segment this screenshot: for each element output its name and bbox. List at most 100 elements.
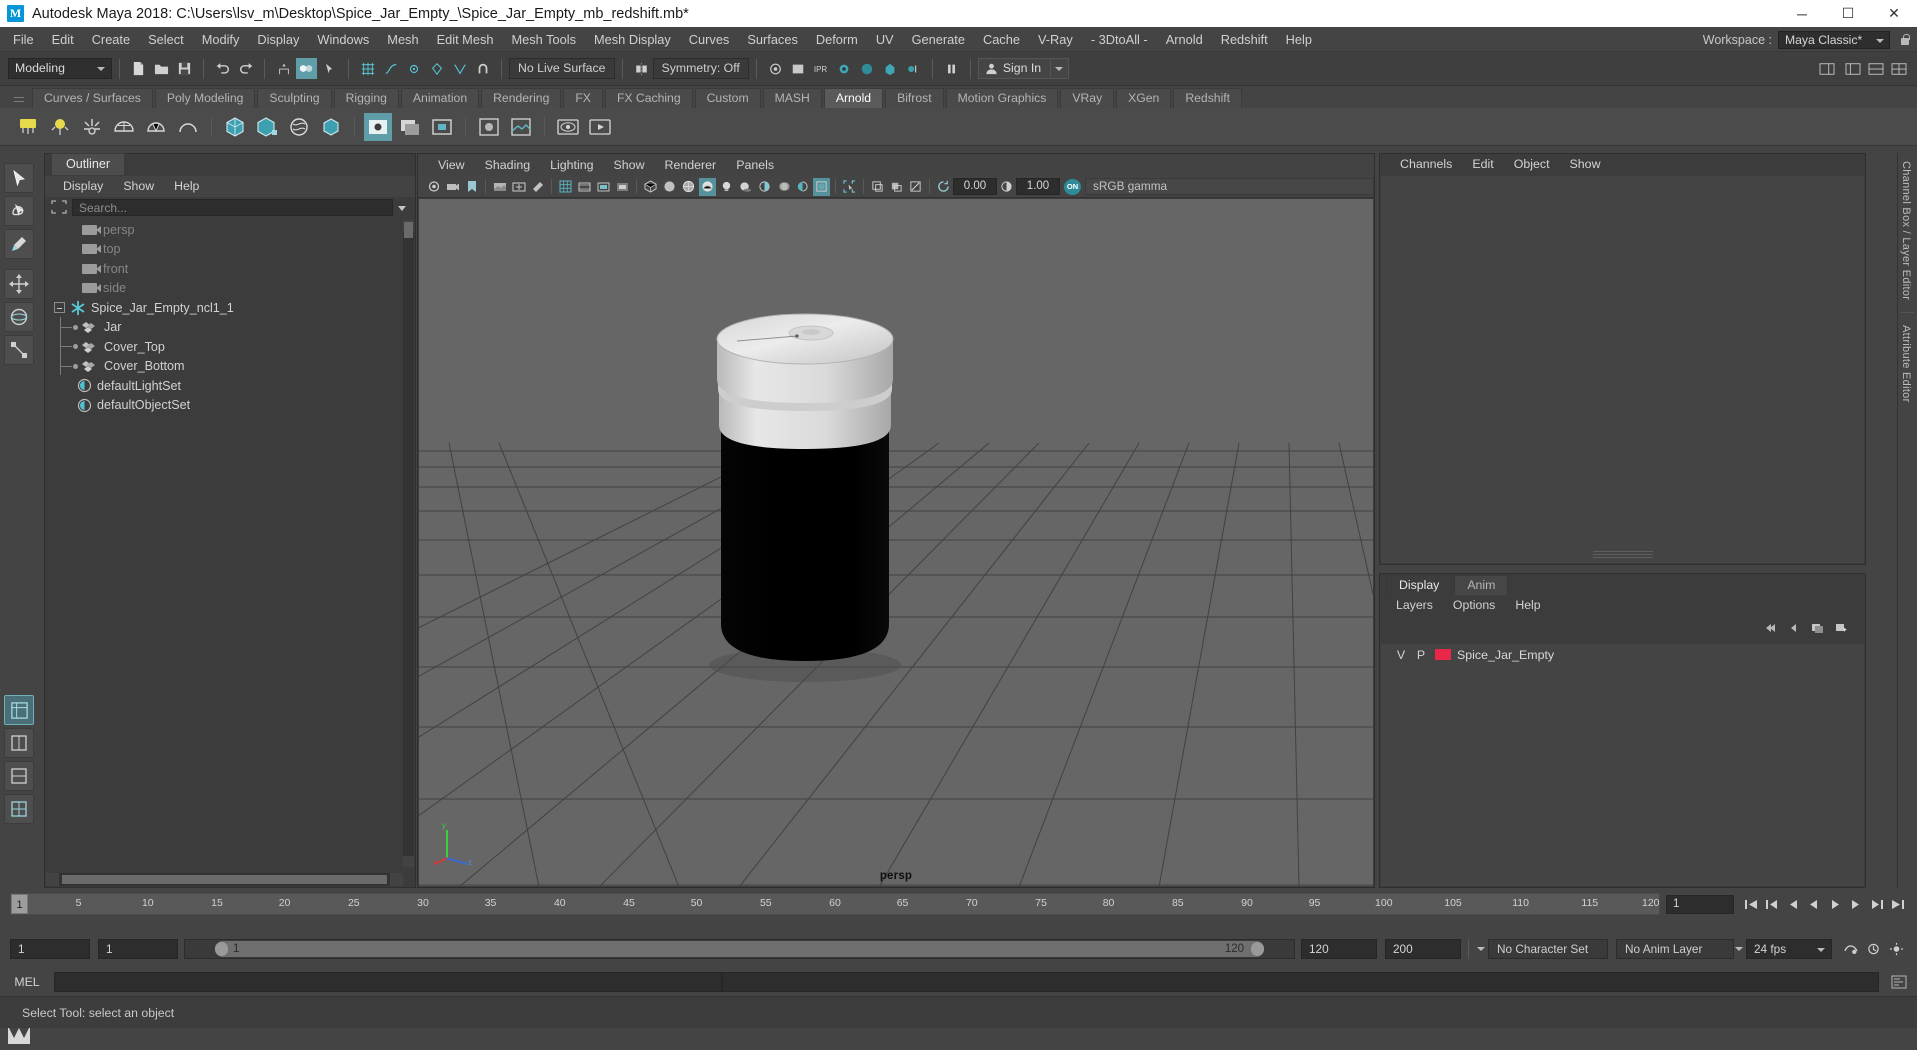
outliner-menu-help[interactable]: Help xyxy=(164,176,209,197)
selection-brackets-icon[interactable] xyxy=(51,199,69,216)
exposure-field[interactable]: 0.00 xyxy=(953,178,997,195)
outliner-item-side[interactable]: side xyxy=(46,279,403,299)
outliner-item-default-object-set[interactable]: defaultObjectSet xyxy=(46,396,403,416)
menu-edit-mesh[interactable]: Edit Mesh xyxy=(428,27,503,52)
textured-shade-icon[interactable] xyxy=(699,177,716,196)
outliner-item-top[interactable]: top xyxy=(46,240,403,260)
image-plane-icon[interactable] xyxy=(491,178,508,196)
outliner-item-jar[interactable]: Jar xyxy=(46,318,403,338)
channel-box-body[interactable] xyxy=(1381,176,1864,563)
step-forward-icon[interactable] xyxy=(1846,894,1865,914)
xray-icon[interactable] xyxy=(869,178,886,196)
new-scene-icon[interactable] xyxy=(128,58,149,79)
render-current-frame-icon[interactable] xyxy=(788,58,809,79)
channel-box-menu-edit[interactable]: Edit xyxy=(1462,154,1503,175)
color-profile-field[interactable]: sRGB gamma xyxy=(1085,178,1374,195)
viewport-menu-shading[interactable]: Shading xyxy=(475,154,540,176)
outliner-item-persp[interactable]: persp xyxy=(46,220,403,240)
layer-prev-icon[interactable] xyxy=(1784,619,1803,637)
move-tool-button[interactable] xyxy=(4,269,34,299)
viewport-menu-show[interactable]: Show xyxy=(604,154,655,176)
toggle-resolution-gate-icon[interactable] xyxy=(595,178,612,196)
xray-active-components-icon[interactable] xyxy=(907,178,924,196)
anim-layer-dropdown-icon[interactable] xyxy=(1734,939,1746,959)
shelf-tab-fx-caching[interactable]: FX Caching xyxy=(604,88,693,108)
paint-select-tool-button[interactable] xyxy=(4,229,34,259)
toggle-render-icon[interactable] xyxy=(903,58,924,79)
character-set-dropdown-icon[interactable] xyxy=(1476,939,1488,959)
step-forward-key-icon[interactable] xyxy=(1867,894,1886,914)
arnold-photometric-light-icon[interactable] xyxy=(174,113,202,141)
scroll-right-icon[interactable] xyxy=(390,873,403,886)
select-by-hierarchy-icon[interactable] xyxy=(273,58,294,79)
shelf-tab-custom[interactable]: Custom xyxy=(694,88,761,108)
menu-redshift[interactable]: Redshift xyxy=(1212,27,1277,52)
menu-mesh[interactable]: Mesh xyxy=(378,27,427,52)
show-attribute-editor-icon[interactable] xyxy=(1842,58,1863,79)
anim-end-field[interactable]: 200 xyxy=(1385,939,1461,959)
outliner-menu-display[interactable]: Display xyxy=(53,176,113,197)
menu-windows[interactable]: Windows xyxy=(308,27,378,52)
two-pane-layout-button[interactable] xyxy=(4,761,34,791)
range-slider-track[interactable]: 1 120 xyxy=(184,939,1295,959)
undo-icon[interactable] xyxy=(212,58,233,79)
outliner-item-front[interactable]: front xyxy=(46,259,403,279)
snap-to-view-plane-icon[interactable] xyxy=(449,58,470,79)
layer-menu-options[interactable]: Options xyxy=(1443,595,1505,616)
smooth-shade-icon[interactable] xyxy=(661,178,678,196)
multisample-aa-icon[interactable] xyxy=(794,178,811,196)
workspace-dropdown[interactable]: Maya Classic* xyxy=(1778,30,1890,49)
range-end-field[interactable]: 120 xyxy=(1301,939,1377,959)
arnold-aov-icon[interactable] xyxy=(507,113,535,141)
snap-to-grid-icon[interactable] xyxy=(357,58,378,79)
range-handle-left[interactable] xyxy=(215,942,228,956)
arnold-mesh-light-icon[interactable] xyxy=(142,113,170,141)
show-outliner-icon[interactable] xyxy=(1888,58,1909,79)
layer-new-icon[interactable] xyxy=(1808,619,1827,637)
shelf-tab-redshift[interactable]: Redshift xyxy=(1173,88,1243,108)
arnold-flat-shader-icon[interactable] xyxy=(475,113,503,141)
shelf-drag-handle-icon[interactable] xyxy=(12,90,26,108)
sign-in-button[interactable]: Sign In xyxy=(977,58,1052,79)
menu-file[interactable]: File xyxy=(4,27,43,52)
menu-uv[interactable]: UV xyxy=(867,27,903,52)
layer-menu-help[interactable]: Help xyxy=(1505,595,1550,616)
single-pane-layout-button[interactable] xyxy=(4,728,34,758)
show-tool-settings-icon[interactable] xyxy=(1865,58,1886,79)
toggle-grid-icon[interactable] xyxy=(557,178,574,196)
mel-command-input[interactable] xyxy=(54,972,722,992)
layer-new-from-selection-icon[interactable] xyxy=(1832,619,1851,637)
panel-resize-grip[interactable] xyxy=(1592,551,1653,558)
go-to-end-icon[interactable] xyxy=(1888,894,1907,914)
shade-wireframe-icon[interactable] xyxy=(680,178,697,196)
expand-collapse-icon[interactable] xyxy=(54,302,65,314)
shelf-tab-xgen[interactable]: XGen xyxy=(1116,88,1172,108)
play-backwards-icon[interactable] xyxy=(1804,894,1823,914)
shelf-tab-rigging[interactable]: Rigging xyxy=(333,88,399,108)
range-slider-bar[interactable]: 1 120 xyxy=(215,941,1264,957)
shelf-tab-vray[interactable]: VRay xyxy=(1060,88,1115,108)
channel-box-menu-show[interactable]: Show xyxy=(1560,154,1611,175)
outliner-filter-dropdown-icon[interactable] xyxy=(393,199,409,216)
shelf-tab-animation[interactable]: Animation xyxy=(400,88,480,108)
menu-help[interactable]: Help xyxy=(1277,27,1321,52)
outliner-item-spice-jar-group[interactable]: Spice_Jar_Empty_ncl1_1 xyxy=(46,298,403,318)
select-by-object-type-icon[interactable] xyxy=(296,58,317,79)
play-forwards-icon[interactable] xyxy=(1825,894,1844,914)
layer-list[interactable]: V P Spice_Jar_Empty xyxy=(1381,644,1864,886)
select-tool-button[interactable] xyxy=(4,163,34,193)
layer-color-swatch[interactable] xyxy=(1435,649,1451,660)
channel-box-menu-object[interactable]: Object xyxy=(1504,154,1560,175)
open-scene-icon[interactable] xyxy=(151,58,172,79)
menu-mesh-display[interactable]: Mesh Display xyxy=(585,27,680,52)
script-editor-icon[interactable] xyxy=(1887,972,1911,992)
select-by-component-icon[interactable] xyxy=(319,58,340,79)
anim-start-field[interactable]: 1 xyxy=(10,939,90,959)
menu-mesh-tools[interactable]: Mesh Tools xyxy=(502,27,585,52)
ipr-render-icon[interactable]: IPR xyxy=(811,58,832,79)
playback-speed-dropdown[interactable]: 24 fps xyxy=(1746,939,1832,959)
motion-blur-icon[interactable] xyxy=(775,178,792,196)
viewport-3d-canvas[interactable]: y x z persp xyxy=(419,199,1373,886)
select-camera-icon[interactable] xyxy=(425,178,442,196)
menu-deform[interactable]: Deform xyxy=(807,27,867,52)
